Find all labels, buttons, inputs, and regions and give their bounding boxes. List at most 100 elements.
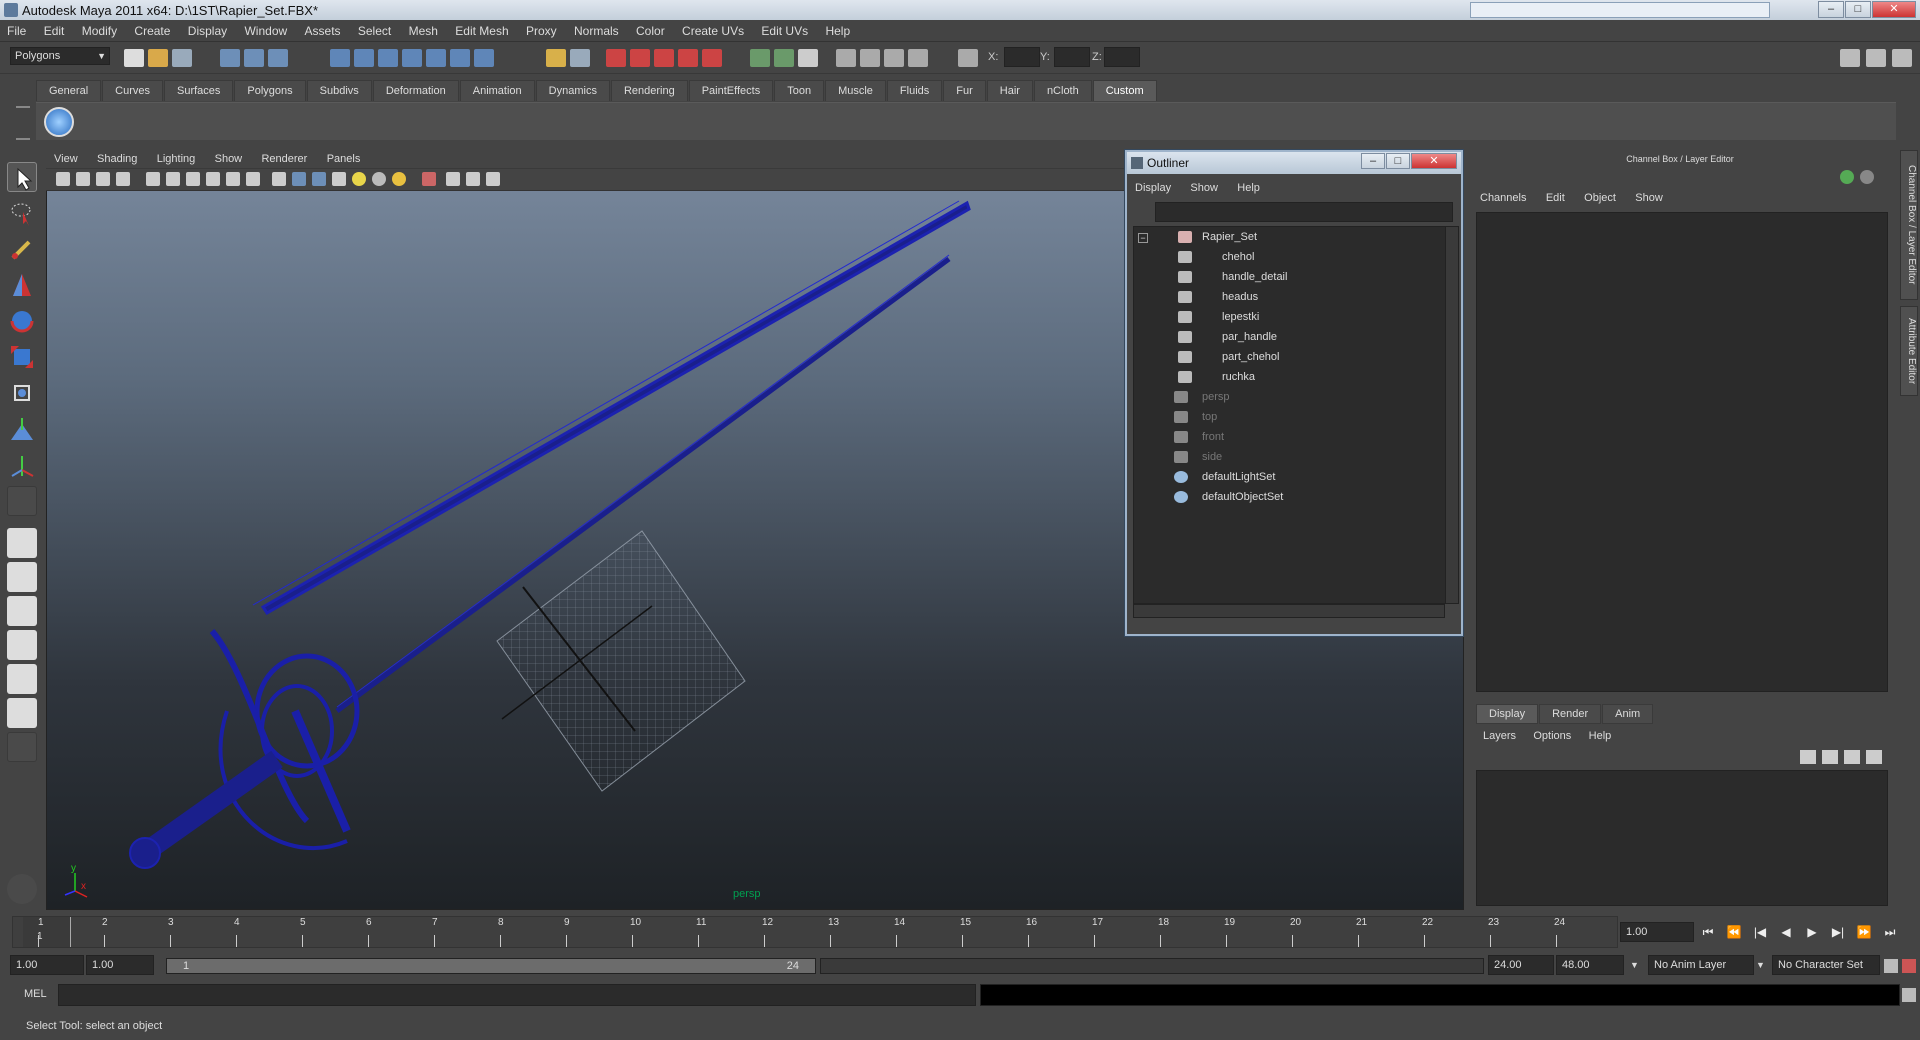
default-lighting-icon[interactable] xyxy=(352,172,366,186)
hotbox-icon[interactable] xyxy=(7,874,37,904)
select-component-icon[interactable] xyxy=(268,49,288,67)
scale-tool-icon[interactable] xyxy=(7,342,37,372)
toggle-attribute-editor-icon[interactable] xyxy=(1840,49,1860,67)
relative-transform-icon[interactable] xyxy=(958,49,978,67)
shelf-tab-surfaces[interactable]: Surfaces xyxy=(163,80,234,101)
make-live-icon[interactable] xyxy=(426,49,446,67)
shelf-tab-fur[interactable]: Fur xyxy=(943,80,986,101)
shelf-tab-deformation[interactable]: Deformation xyxy=(372,80,459,101)
camera-icon[interactable] xyxy=(836,49,856,67)
bookmark-icon[interactable] xyxy=(96,172,110,186)
shelf-tab-ncloth[interactable]: nCloth xyxy=(1033,80,1092,101)
outliner-menu-help[interactable]: Help xyxy=(1229,178,1268,198)
render-settings-icon[interactable] xyxy=(654,49,674,67)
go-to-end-icon[interactable]: ⏭ xyxy=(1880,922,1900,942)
transform-icon[interactable] xyxy=(860,49,880,67)
vp-menu-renderer[interactable]: Renderer xyxy=(253,150,315,169)
collapse-toggle-icon[interactable]: − xyxy=(1138,233,1148,243)
side-tab-channel-box[interactable]: Channel Box / Layer Editor xyxy=(1900,150,1918,300)
time-slider[interactable]: 1 1 2 3 4 5 6 7 8 9 10 11 12 13 14 15 16… xyxy=(12,916,1618,948)
step-forward-key-icon[interactable]: ⏩ xyxy=(1854,922,1874,942)
scale-icon[interactable] xyxy=(908,49,928,67)
vp-menu-show[interactable]: Show xyxy=(207,150,251,169)
soft-mod-tool-icon[interactable] xyxy=(7,414,37,444)
menu-mesh[interactable]: Mesh xyxy=(402,20,445,42)
field-chart-icon[interactable] xyxy=(226,172,240,186)
range-slider[interactable]: 1 24 xyxy=(166,958,816,974)
outliner-filter-input[interactable] xyxy=(1155,202,1453,222)
film-gate-icon[interactable] xyxy=(166,172,180,186)
toggle-channel-box-icon[interactable] xyxy=(1892,49,1912,67)
shelf-tab-dynamics[interactable]: Dynamics xyxy=(535,80,610,101)
current-frame-field[interactable]: 1.00 xyxy=(1620,922,1694,942)
all-lights-icon[interactable] xyxy=(372,172,386,186)
hypershade-layout-icon[interactable] xyxy=(7,664,37,694)
channel-box-toggle-icon[interactable] xyxy=(1840,170,1854,184)
menu-color[interactable]: Color xyxy=(629,20,672,42)
shelf-tab-general[interactable]: General xyxy=(36,80,102,101)
minimize-button[interactable]: – xyxy=(1818,1,1844,18)
channel-menu-object[interactable]: Object xyxy=(1576,188,1624,208)
layer-move-up-icon[interactable] xyxy=(1844,750,1860,764)
side-tab-attribute-editor[interactable]: Attribute Editor xyxy=(1900,306,1918,396)
shelf-tab-hair[interactable]: Hair xyxy=(986,80,1033,101)
wireframe-on-shaded-icon[interactable] xyxy=(312,172,326,186)
menu-edit-uvs[interactable]: Edit UVs xyxy=(754,20,815,42)
manipulator-tool-icon[interactable] xyxy=(7,378,37,408)
chevron-down-icon[interactable]: ▼ xyxy=(1756,955,1770,975)
shelf-menu-icon[interactable] xyxy=(16,106,30,140)
close-button[interactable]: ✕ xyxy=(1872,1,1916,18)
outliner-minimize-button[interactable]: – xyxy=(1361,153,1385,169)
menu-assets[interactable]: Assets xyxy=(298,20,348,42)
select-hierarchy-icon[interactable] xyxy=(220,49,240,67)
open-scene-icon[interactable] xyxy=(148,49,168,67)
outliner-title-bar[interactable]: Outliner – □ ✕ xyxy=(1127,152,1461,174)
outliner-maximize-button[interactable]: □ xyxy=(1386,153,1410,169)
layer-tab-anim[interactable]: Anim xyxy=(1602,704,1654,724)
step-back-frame-icon[interactable]: |◀ xyxy=(1750,922,1770,942)
lasso-tool-icon[interactable] xyxy=(7,198,37,228)
script-editor-icon[interactable] xyxy=(1902,988,1916,1002)
vp-menu-shading[interactable]: Shading xyxy=(89,150,145,169)
xray-joints-icon[interactable] xyxy=(466,172,480,186)
x-input[interactable] xyxy=(1004,47,1040,67)
layer-tab-render[interactable]: Render xyxy=(1539,704,1602,724)
help-search-input[interactable] xyxy=(1470,2,1770,18)
shelf-tab-muscle[interactable]: Muscle xyxy=(825,80,886,101)
save-scene-icon[interactable] xyxy=(172,49,192,67)
snap-grid-icon[interactable] xyxy=(330,49,350,67)
command-language-label[interactable]: MEL xyxy=(24,988,47,1000)
snap-point-icon[interactable] xyxy=(378,49,398,67)
vp-menu-panels[interactable]: Panels xyxy=(319,150,369,169)
outliner-menu-display[interactable]: Display xyxy=(1127,178,1179,198)
menu-normals[interactable]: Normals xyxy=(567,20,626,42)
outliner-vertical-scrollbar[interactable] xyxy=(1445,226,1459,604)
outliner-horizontal-scrollbar[interactable] xyxy=(1133,604,1445,618)
menu-create-uvs[interactable]: Create UVs xyxy=(675,20,751,42)
layer-tab-display[interactable]: Display xyxy=(1476,704,1539,724)
menu-window[interactable]: Window xyxy=(237,20,294,42)
show-hide-sidebar-icon[interactable] xyxy=(750,49,770,67)
toggle-panel-icon[interactable] xyxy=(798,49,818,67)
resolution-gate-icon[interactable] xyxy=(186,172,200,186)
z-input[interactable] xyxy=(1104,47,1140,67)
menu-help[interactable]: Help xyxy=(818,20,857,42)
hypershade-icon[interactable] xyxy=(678,49,698,67)
layer-move-down-icon[interactable] xyxy=(1866,750,1882,764)
menu-modify[interactable]: Modify xyxy=(75,20,124,42)
play-backwards-icon[interactable]: ◀ xyxy=(1776,922,1796,942)
snap-view-plane-icon[interactable] xyxy=(402,49,422,67)
end-time-field[interactable]: 48.00 xyxy=(1556,955,1624,975)
playback-start-field[interactable]: 1.00 xyxy=(86,955,154,975)
menu-display[interactable]: Display xyxy=(181,20,234,42)
layer-menu-options[interactable]: Options xyxy=(1526,726,1578,746)
channel-menu-edit[interactable]: Edit xyxy=(1538,188,1573,208)
camera-select-icon[interactable] xyxy=(56,172,70,186)
construction-history-icon[interactable] xyxy=(450,49,470,67)
rotate-icon[interactable] xyxy=(884,49,904,67)
isolate-select-icon[interactable] xyxy=(422,172,436,186)
step-forward-frame-icon[interactable]: ▶| xyxy=(1828,922,1848,942)
move-tool-icon[interactable] xyxy=(7,270,37,300)
gate-mask-icon[interactable] xyxy=(206,172,220,186)
persp-outliner-layout-icon[interactable] xyxy=(7,596,37,626)
